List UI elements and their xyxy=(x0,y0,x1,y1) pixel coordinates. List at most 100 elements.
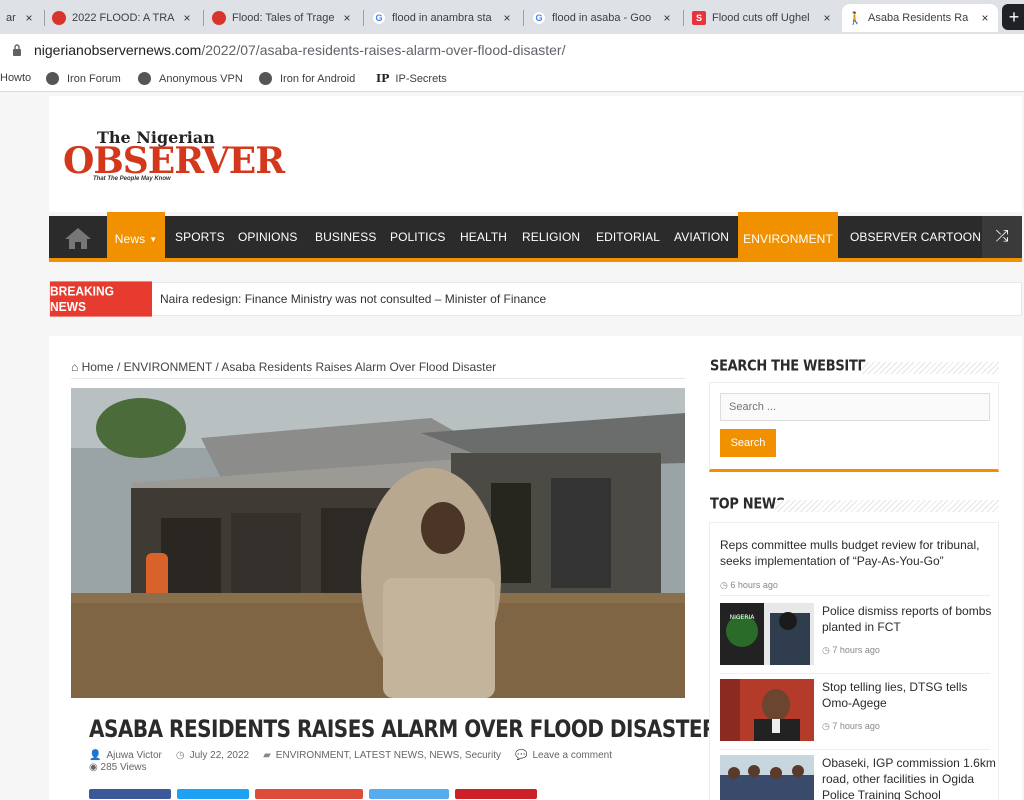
view-count: ◉ 285 Views xyxy=(89,762,146,773)
news-time: 7 hours ago xyxy=(832,645,880,655)
tab-close-icon[interactable]: × xyxy=(978,11,992,25)
site-favicon-icon xyxy=(212,11,226,25)
lock-icon[interactable] xyxy=(12,44,22,56)
tab-close-icon[interactable]: × xyxy=(340,11,354,25)
date-text: July 22, 2022 xyxy=(189,750,250,761)
site-favicon-icon: S xyxy=(692,11,706,25)
linkedin-share-button[interactable] xyxy=(369,789,449,799)
nav-item-business[interactable]: BUSINESS xyxy=(315,216,377,258)
web-page: The Nigerian OBSERVER That The People Ma… xyxy=(0,92,1024,800)
tab-close-icon[interactable]: × xyxy=(820,11,834,25)
google-share-button[interactable] xyxy=(255,789,363,799)
content-area: ⌂ Home / ENVIRONMENT / Asaba Residents R… xyxy=(49,336,1022,800)
search-input[interactable] xyxy=(720,393,990,421)
browser-tab[interactable]: 2022 FLOOD: A TRA × xyxy=(46,4,200,32)
nav-item-observer-cartoon[interactable]: OBSERVER CARTOON xyxy=(850,216,981,258)
news-thumbnail[interactable]: NIGERIA xyxy=(720,603,814,665)
divider xyxy=(720,595,990,596)
search-button[interactable]: Search xyxy=(720,429,776,457)
bookmark-item[interactable]: Iron for Android xyxy=(259,72,355,85)
article-hero-image[interactable] xyxy=(71,388,685,698)
tab-title: 2022 FLOOD: A TRA xyxy=(72,12,175,24)
browser-tab[interactable]: S Flood cuts off Ughel × xyxy=(686,4,840,32)
article-meta: 👤 Ajuwa Victor ◷ July 22, 2022 ▰ ENVIRONMEN… xyxy=(89,750,612,761)
author-name: Ajuwa Victor xyxy=(106,750,162,761)
browser-tab[interactable]: G flood in anambra sta × xyxy=(366,4,520,32)
address-bar[interactable]: nigerianobservernews.com/2022/07/asaba-r… xyxy=(0,34,1024,66)
post-date: ◷ July 22, 2022 xyxy=(176,750,249,761)
breadcrumb-text: Home / ENVIRONMENT / Asaba Residents Rai… xyxy=(81,360,497,374)
globe-icon xyxy=(138,72,151,85)
tab-close-icon[interactable]: × xyxy=(22,11,36,25)
author[interactable]: 👤 Ajuwa Victor xyxy=(89,750,162,761)
comments-link[interactable]: 💬 Leave a comment xyxy=(515,750,612,761)
bookmark-item[interactable]: Iron Forum xyxy=(46,72,121,85)
site-header: The Nigerian OBSERVER That The People Ma… xyxy=(49,96,1022,212)
categories-text: ENVIRONMENT, LATEST NEWS, NEWS, Security xyxy=(275,750,502,761)
tab-close-icon[interactable]: × xyxy=(500,11,514,25)
bookmark-label: Iron for Android xyxy=(280,72,356,85)
nav-item-environment[interactable]: ENVIRONMENT xyxy=(738,212,838,262)
chevron-down-icon: ▼ xyxy=(149,234,158,244)
folder-icon: ▰ xyxy=(263,750,271,761)
tab-close-icon[interactable]: × xyxy=(180,11,194,25)
browser-tab[interactable]: ar × xyxy=(0,4,42,32)
news-thumbnail[interactable] xyxy=(720,755,814,800)
nav-item-politics[interactable]: POLITICS xyxy=(390,216,445,258)
categories[interactable]: ▰ ENVIRONMENT, LATEST NEWS, NEWS, Securit… xyxy=(263,750,501,761)
walking-person-icon: 🚶 xyxy=(847,11,863,25)
bookmark-label: Anonymous VPN xyxy=(159,72,243,85)
list-item[interactable]: Stop telling lies, DTSG tells Omo-Agege … xyxy=(720,679,995,745)
news-title[interactable]: Police dismiss reports of bombs planted … xyxy=(822,603,997,635)
globe-icon xyxy=(46,72,59,85)
globe-icon xyxy=(259,72,272,85)
search-widget: Search xyxy=(709,382,999,472)
url-text[interactable]: nigerianobservernews.com/2022/07/asaba-r… xyxy=(34,42,565,58)
nav-item-opinions[interactable]: OPINIONS xyxy=(238,216,297,258)
home-icon[interactable] xyxy=(59,224,97,252)
user-icon: 👤 xyxy=(89,750,102,761)
nav-item-health[interactable]: HEALTH xyxy=(460,216,507,258)
bookmark-item[interactable]: Anonymous VPN xyxy=(138,72,243,85)
twitter-share-button[interactable] xyxy=(177,789,249,799)
site-logo[interactable]: The Nigerian OBSERVER That The People Ma… xyxy=(63,124,303,184)
new-tab-button[interactable]: + xyxy=(1002,4,1024,30)
browser-tab[interactable]: Flood: Tales of Trage × xyxy=(206,4,360,32)
news-title[interactable]: Stop telling lies, DTSG tells Omo-Agege xyxy=(822,679,997,711)
tab-close-icon[interactable]: × xyxy=(660,11,674,25)
clock-icon: ◷ xyxy=(822,645,833,655)
top-news-title: TOP NEWS xyxy=(710,496,786,514)
list-item[interactable]: Reps committee mulls budget review for t… xyxy=(720,537,995,593)
breaking-news-link[interactable]: Naira redesign: Finance Ministry was not… xyxy=(160,292,546,306)
facebook-share-button[interactable] xyxy=(89,789,171,799)
divider xyxy=(720,749,990,750)
nav-item-editorial[interactable]: EDITORIAL xyxy=(596,216,660,258)
news-title[interactable]: Obaseki, IGP commission 1.6km road, othe… xyxy=(822,755,997,800)
url-host: nigerianobservernews.com xyxy=(34,42,202,58)
nav-item-sports[interactable]: SPORTS xyxy=(175,216,225,258)
news-title[interactable]: Reps committee mulls budget review for t… xyxy=(720,537,995,569)
divider xyxy=(71,378,685,379)
browser-tab-active[interactable]: 🚶 Asaba Residents Ra × xyxy=(842,4,998,32)
nav-item-aviation[interactable]: AVIATION xyxy=(674,216,729,258)
tab-title: ar xyxy=(6,12,16,24)
nav-item-religion[interactable]: RELIGION xyxy=(522,216,580,258)
commissioning-photo xyxy=(720,755,814,800)
bookmark-item[interactable]: IP IP-Secrets xyxy=(376,72,447,85)
browser-tab-strip: ar × 2022 FLOOD: A TRA × Flood: Tales of… xyxy=(0,0,1024,34)
bookmarks-bar: Howto Iron Forum Anonymous VPN Iron for … xyxy=(0,66,1024,92)
browser-tab[interactable]: G flood in asaba - Goo × xyxy=(526,4,680,32)
shuffle-icon[interactable]: ⤮ xyxy=(982,216,1022,258)
search-section-title: SEARCH THE WEBSITE xyxy=(710,358,867,376)
comment-icon: 💬 xyxy=(515,750,528,761)
bookmark-item[interactable]: Howto xyxy=(0,72,31,84)
list-item[interactable]: Obaseki, IGP commission 1.6km road, othe… xyxy=(720,755,997,800)
list-item[interactable]: NIGERIA Police dismiss reports of bombs … xyxy=(720,603,995,669)
nav-item-news[interactable]: News ▼ xyxy=(107,212,165,262)
google-icon: G xyxy=(372,11,386,25)
pinterest-share-button[interactable] xyxy=(455,789,537,799)
main-nav: News ▼ SPORTS OPINIONS BUSINESS POLITICS… xyxy=(49,212,1022,262)
top-news-list: Reps committee mulls budget review for t… xyxy=(709,522,999,800)
breadcrumb[interactable]: ⌂ Home / ENVIRONMENT / Asaba Residents R… xyxy=(71,360,496,374)
news-thumbnail[interactable] xyxy=(720,679,814,741)
